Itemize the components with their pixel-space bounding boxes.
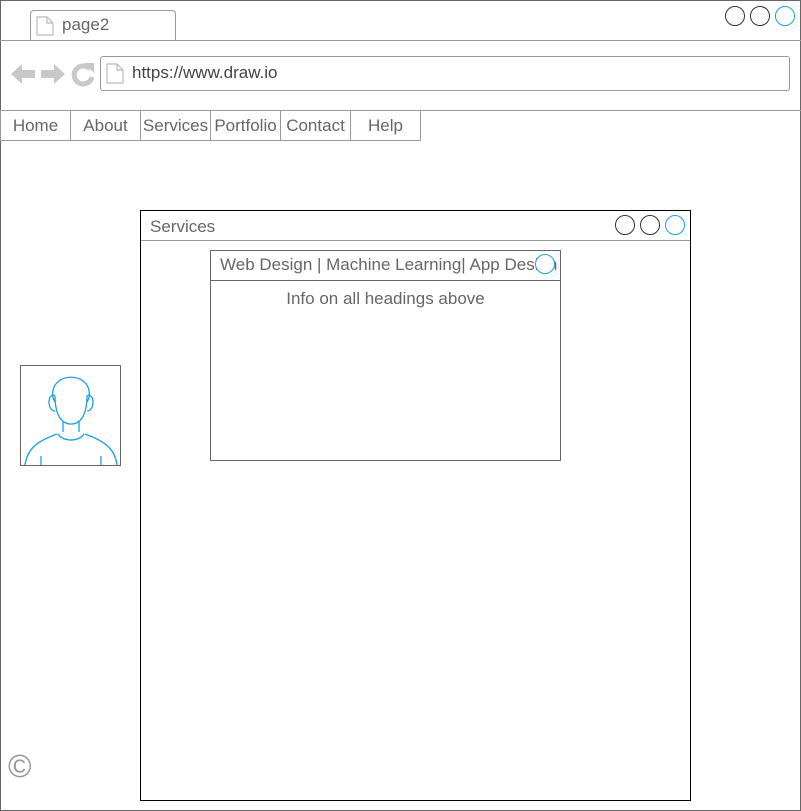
- tabbar-divider: [0, 40, 801, 41]
- avatar: [20, 365, 121, 466]
- page-icon: [36, 16, 54, 36]
- services-card-divider: [211, 280, 560, 281]
- tab-label: page2: [62, 15, 110, 34]
- services-card: [210, 250, 561, 461]
- services-window-title: Services: [150, 217, 216, 236]
- url-text[interactable]: https://www.draw.io: [132, 63, 278, 83]
- services-card-body: Info on all headings above: [286, 289, 485, 308]
- reload-icon[interactable]: [70, 61, 96, 87]
- close-button[interactable]: [775, 6, 795, 26]
- user-icon: [24, 376, 118, 466]
- services-window-divider: [141, 240, 690, 241]
- nav-portfolio[interactable]: Portfolio: [210, 110, 281, 141]
- nav-about[interactable]: About: [70, 110, 141, 141]
- nav-services[interactable]: Services: [140, 110, 211, 141]
- maximize-button[interactable]: [750, 6, 770, 26]
- back-arrow-icon[interactable]: [10, 62, 36, 86]
- nav-help[interactable]: Help: [350, 110, 421, 141]
- services-minimize-button[interactable]: [615, 215, 635, 235]
- minimize-button[interactable]: [725, 6, 745, 26]
- forward-arrow-icon[interactable]: [40, 62, 66, 86]
- services-close-button[interactable]: [665, 215, 685, 235]
- nav-home[interactable]: Home: [0, 110, 71, 141]
- url-page-icon: [106, 63, 124, 84]
- nav-contact[interactable]: Contact: [280, 110, 351, 141]
- services-maximize-button[interactable]: [640, 215, 660, 235]
- copyright-icon: ©: [8, 748, 32, 784]
- services-card-close-button[interactable]: [535, 254, 555, 274]
- services-card-heading: Web Design | Machine Learning| App Desig…: [220, 255, 558, 274]
